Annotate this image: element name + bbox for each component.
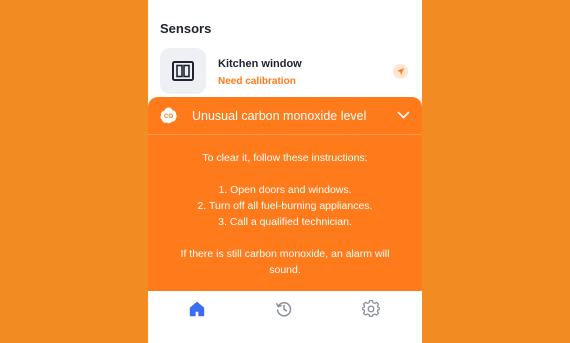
sensor-status: Need calibration xyxy=(218,76,296,87)
alert-footer: If there is still carbon monoxide, an al… xyxy=(180,248,390,276)
alert-intro: To clear it, follow these instructions: xyxy=(202,152,368,164)
bottom-nav xyxy=(148,291,422,343)
chevron-down-icon[interactable] xyxy=(397,110,410,120)
instruction-step: 2. Turn off all fuel-burning appliances. xyxy=(197,200,373,212)
sensors-heading: Sensors xyxy=(160,21,212,36)
compass-icon xyxy=(397,68,404,75)
co-icon: CO xyxy=(160,107,177,124)
window-icon xyxy=(172,61,194,81)
sensor-item-kitchen-window[interactable]: Kitchen window Need calibration xyxy=(160,48,410,94)
calibrate-button[interactable] xyxy=(393,64,408,79)
phone-screen: Sensors Kitchen window Need calibration … xyxy=(148,0,422,343)
alert-header[interactable]: CO Unusual carbon monoxide level xyxy=(148,97,422,135)
co-alert-panel: CO Unusual carbon monoxide level To clea… xyxy=(148,97,422,291)
instruction-step: 1. Open doors and windows. xyxy=(218,184,352,196)
instruction-step: 3. Call a qualified technician. xyxy=(218,216,352,228)
home-icon[interactable] xyxy=(188,300,206,318)
co-badge-label: CO xyxy=(164,113,173,120)
history-icon[interactable] xyxy=(275,300,293,318)
alert-instructions: To clear it, follow these instructions: … xyxy=(148,150,422,278)
settings-icon[interactable] xyxy=(362,300,380,318)
sensor-name: Kitchen window xyxy=(218,58,302,70)
alert-title: Unusual carbon monoxide level xyxy=(192,109,367,123)
sensor-thumbnail xyxy=(160,48,206,94)
